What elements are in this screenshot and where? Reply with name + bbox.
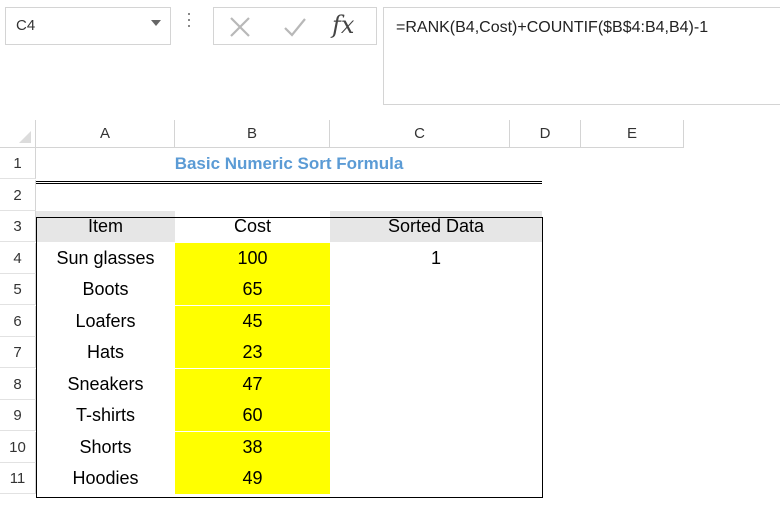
formula-text: =RANK(B4,Cost)+COUNTIF($B$4:B4,B4)-1: [396, 19, 709, 36]
row-header-8[interactable]: 8: [0, 368, 36, 400]
item-cell[interactable]: Loafers: [36, 306, 175, 337]
sorted-data-cell[interactable]: [330, 337, 542, 368]
sorted-data-cell[interactable]: [330, 463, 542, 494]
column-header-d[interactable]: D: [510, 120, 581, 148]
sorted-data-cell[interactable]: [330, 369, 542, 400]
cost-cell[interactable]: 65: [175, 274, 330, 305]
item-cell[interactable]: Hoodies: [36, 463, 175, 494]
item-cell[interactable]: Shorts: [36, 432, 175, 463]
row-header-7[interactable]: 7: [0, 337, 36, 368]
header-item[interactable]: Item: [36, 211, 175, 242]
cost-cell[interactable]: 100: [175, 242, 330, 274]
sorted-data-cell[interactable]: [330, 274, 542, 305]
cost-cell[interactable]: 38: [175, 431, 330, 463]
cancel-icon[interactable]: [226, 13, 254, 41]
drag-handle-icon[interactable]: [188, 13, 191, 35]
sheet-title[interactable]: Basic Numeric Sort Formula: [36, 148, 542, 179]
row-header-3[interactable]: 3: [0, 211, 36, 242]
formula-input[interactable]: =RANK(B4,Cost)+COUNTIF($B$4:B4,B4)-1: [383, 7, 780, 105]
item-cell[interactable]: Hats: [36, 337, 175, 368]
sorted-data-cell[interactable]: [330, 432, 542, 463]
cost-cell[interactable]: 60: [175, 400, 330, 431]
cost-cell[interactable]: 47: [175, 368, 330, 400]
cost-cell[interactable]: 45: [175, 305, 330, 337]
row-header-6[interactable]: 6: [0, 305, 36, 337]
chevron-down-icon[interactable]: [151, 20, 161, 26]
insert-function-icon[interactable]: fx: [332, 11, 354, 39]
row-header-9[interactable]: 9: [0, 400, 36, 431]
name-box[interactable]: C4: [5, 7, 171, 45]
row-header-10[interactable]: 10: [0, 431, 36, 463]
item-cell[interactable]: Sneakers: [36, 369, 175, 400]
checkmark-icon[interactable]: [281, 13, 309, 41]
column-header-e[interactable]: E: [581, 120, 684, 148]
row-header-2[interactable]: 2: [0, 179, 36, 211]
row-header-1[interactable]: 1: [0, 148, 36, 179]
row-header-5[interactable]: 5: [0, 274, 36, 305]
sorted-data-cell[interactable]: [330, 306, 542, 337]
item-cell[interactable]: Boots: [36, 274, 175, 305]
sorted-data-cell[interactable]: 1: [330, 243, 542, 274]
formula-actions: fx: [213, 7, 377, 45]
header-sorted-data[interactable]: Sorted Data: [330, 211, 542, 242]
header-cost[interactable]: Cost: [175, 211, 330, 242]
column-header-c[interactable]: C: [330, 120, 510, 148]
select-all-button[interactable]: [0, 120, 36, 148]
cost-cell[interactable]: 23: [175, 337, 330, 368]
sorted-data-cell[interactable]: [330, 400, 542, 431]
select-all-icon: [19, 131, 31, 143]
column-header-a[interactable]: A: [36, 120, 175, 148]
name-box-value: C4: [16, 17, 36, 34]
cost-cell[interactable]: 49: [175, 463, 330, 494]
item-cell[interactable]: Sun glasses: [36, 243, 175, 274]
item-cell[interactable]: T-shirts: [36, 400, 175, 431]
double-underline: [36, 181, 542, 184]
row-header-4[interactable]: 4: [0, 242, 36, 274]
column-header-b[interactable]: B: [175, 120, 330, 148]
row-header-11[interactable]: 11: [0, 463, 36, 494]
